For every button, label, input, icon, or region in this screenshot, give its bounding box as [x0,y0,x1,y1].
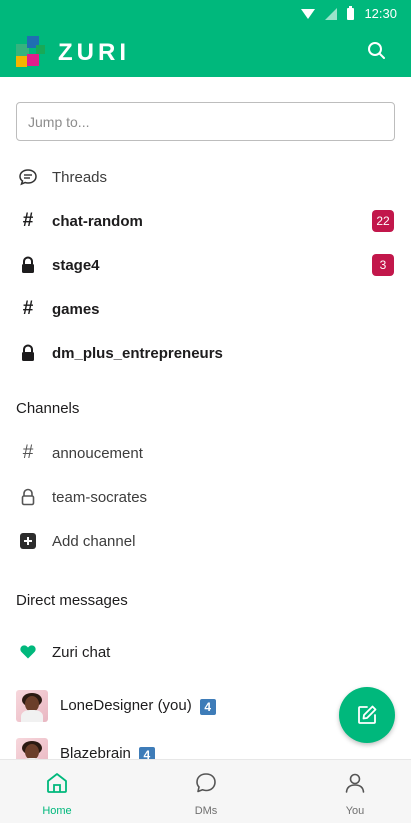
channel-label: stage4 [52,256,100,274]
channel-label: team-socrates [52,488,148,506]
avatar [16,690,48,722]
zuri-logo-icon [16,36,46,67]
unread-badge: 3 [372,254,394,276]
lock-icon [18,255,38,275]
channel-chat-random[interactable]: # chat-random 22 [0,199,411,243]
person-icon [345,773,365,793]
channel-team-socrates[interactable]: team-socrates [0,475,411,519]
message-count-badge: 4 [199,698,216,715]
channel-label: games [52,300,100,318]
channel-stage4[interactable]: stage4 3 [0,243,411,287]
chat-bubble-icon [196,773,216,793]
dm-name: LoneDesigner (you) [60,697,192,715]
zuri-chat-label: Zuri chat [52,643,111,661]
wifi-icon [301,8,316,19]
nav-dms[interactable]: DMs [166,770,246,817]
threads-item[interactable]: Threads [0,155,411,199]
channel-dm-plus-entrepreneurs[interactable]: dm_plus_entrepreneurs [0,331,411,375]
add-channel-button[interactable]: Add channel [0,519,411,563]
signal-icon [325,7,338,20]
battery-icon [347,5,355,20]
hash-icon: # [22,442,34,463]
lock-icon [18,343,38,363]
channel-label: dm_plus_entrepreneurs [52,344,223,362]
plus-square-icon [18,531,38,551]
app-bar: ZURI [0,27,411,77]
nav-home[interactable]: Home [17,770,97,817]
channel-label: annoucement [52,444,143,462]
hash-icon: # [22,298,34,319]
threads-label: Threads [52,168,108,186]
direct-messages-header[interactable]: Direct messages [16,592,128,609]
nav-you[interactable]: You [315,770,395,817]
jump-to-input[interactable] [16,102,395,141]
hash-icon: # [22,210,34,231]
channels-header[interactable]: Channels [16,400,79,417]
threads-icon [18,167,38,187]
search-icon [368,42,385,59]
nav-home-label: Home [42,805,72,817]
status-time: 12:30 [364,6,397,21]
lock-outline-icon [18,487,38,507]
compose-icon [358,705,377,724]
channel-games[interactable]: # games [0,287,411,331]
compose-button[interactable] [339,687,395,743]
status-bar: 12:30 [0,0,411,27]
channel-annoucement[interactable]: # annoucement [0,431,411,475]
add-channel-label: Add channel [52,532,136,550]
nav-you-label: You [345,805,365,817]
bottom-nav: Home DMs You [0,759,411,823]
dm-zuri-chat[interactable]: Zuri chat [0,630,411,674]
nav-dms-label: DMs [194,805,218,817]
search-button[interactable] [367,41,389,63]
brand-name: ZURI [58,39,130,66]
heart-icon [18,642,38,662]
dm-name-wrap: LoneDesigner (you) 4 [60,697,216,715]
unread-badge: 22 [372,210,394,232]
channel-label: chat-random [52,212,143,230]
home-icon [47,773,67,793]
